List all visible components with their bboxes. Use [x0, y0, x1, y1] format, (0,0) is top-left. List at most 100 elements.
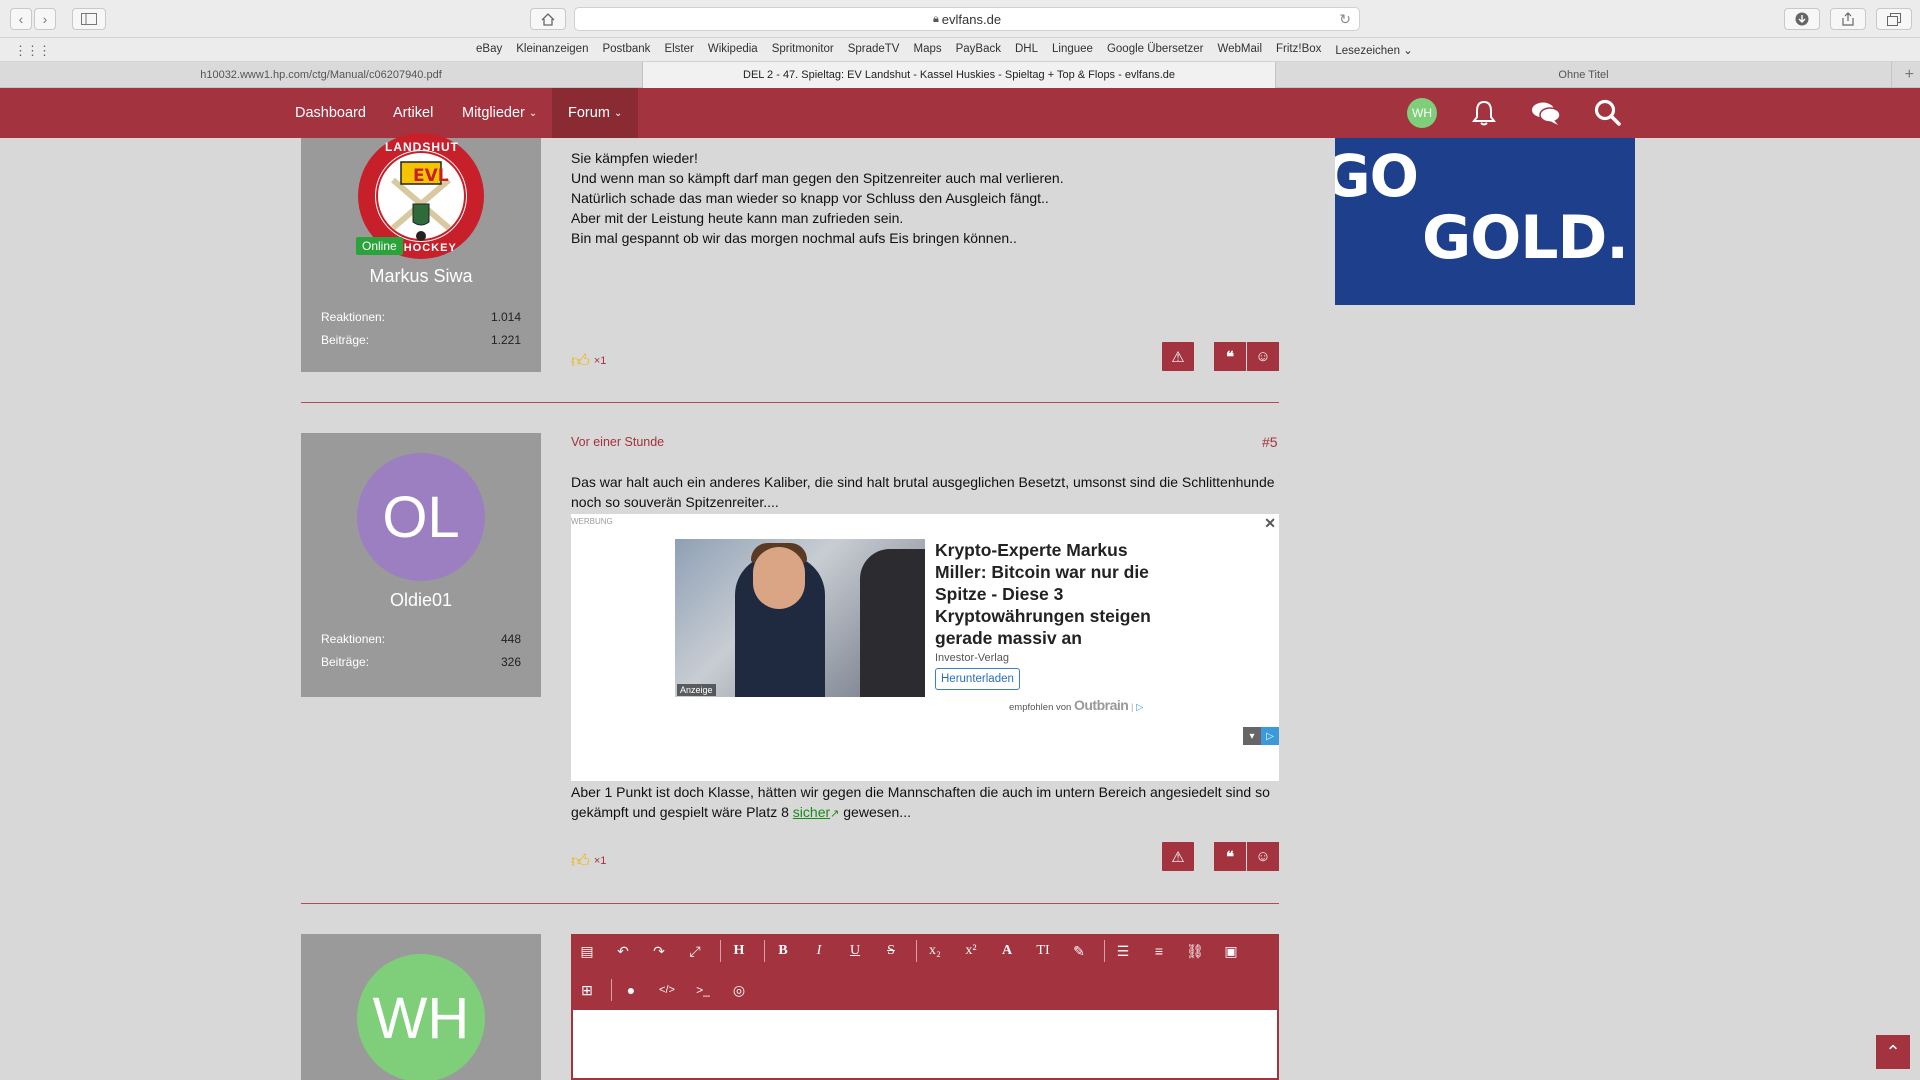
- tabs-overview-button[interactable]: [1876, 8, 1912, 30]
- external-link-icon: ↗: [830, 808, 840, 820]
- new-tab-button[interactable]: +: [1905, 66, 1914, 84]
- tab-pdf[interactable]: h10032.www1.hp.com/ctg/Manual/c06207940.…: [0, 62, 643, 88]
- favorite-link[interactable]: Kleinanzeigen: [516, 43, 588, 57]
- nav-dashboard[interactable]: Dashboard: [295, 88, 366, 138]
- image-icon[interactable]: ▣: [1219, 939, 1243, 963]
- fullscreen-icon[interactable]: ⤢: [683, 939, 707, 963]
- back-button[interactable]: ‹: [10, 8, 32, 30]
- bell-icon[interactable]: [1468, 98, 1500, 128]
- inline-code-icon[interactable]: >_: [691, 978, 715, 1002]
- report-button[interactable]: ⚠︎: [1162, 842, 1194, 871]
- align-icon[interactable]: ≡: [1147, 939, 1171, 963]
- browser-toolbar: ‹ › 🔒︎ evlfans.de ↻: [0, 0, 1920, 38]
- font-size-icon[interactable]: TI: [1031, 939, 1055, 963]
- scroll-to-top-button[interactable]: ⌃: [1876, 1035, 1910, 1069]
- ad-choices[interactable]: ▾ ▷: [1243, 727, 1279, 745]
- favorite-link[interactable]: DHL: [1015, 43, 1038, 57]
- ad-badge: Anzeige: [677, 684, 716, 696]
- tab-forum[interactable]: DEL 2 - 47. Spieltag: EV Landshut - Kass…: [643, 62, 1276, 88]
- user-avatar[interactable]: WH: [1407, 98, 1437, 128]
- redo-icon[interactable]: ↷: [647, 939, 671, 963]
- ad-collapse-icon[interactable]: ▾: [1243, 727, 1261, 745]
- share-icon: [1842, 12, 1854, 26]
- post1-userbox: EVL LANDSHUT EISHOCKEY Markus Siwa Reakt…: [301, 133, 541, 372]
- speech-bubble-icon[interactable]: ●: [619, 978, 643, 1002]
- post2-avatar[interactable]: OL: [357, 453, 485, 581]
- quote-button[interactable]: ❝: [1214, 842, 1246, 871]
- bold-icon[interactable]: B: [771, 939, 795, 963]
- strikethrough-icon[interactable]: S: [879, 939, 903, 963]
- ad-image[interactable]: Anzeige: [675, 539, 925, 697]
- share-button[interactable]: [1830, 8, 1866, 30]
- heading-icon[interactable]: H: [727, 939, 751, 963]
- post2-username[interactable]: Oldie01: [301, 590, 541, 611]
- post-divider: [301, 402, 1279, 403]
- adchoices-icon[interactable]: ▷: [1261, 727, 1279, 745]
- ad-download-button[interactable]: Herunterladen: [935, 668, 1020, 690]
- outbrain-ad: WERBUNG ✕ Anzeige Krypto-Experte Markus …: [571, 514, 1279, 781]
- tab-bar: h10032.www1.hp.com/ctg/Manual/c06207940.…: [0, 62, 1920, 88]
- sidebar-icon: [81, 13, 97, 25]
- favorite-link[interactable]: Google Übersetzer: [1107, 43, 1204, 57]
- tab-untitled[interactable]: Ohne Titel: [1276, 62, 1892, 88]
- favorite-link[interactable]: eBay: [476, 43, 502, 57]
- react-button[interactable]: ☺: [1247, 342, 1279, 371]
- banner-ad[interactable]: GO GOLD.: [1335, 138, 1635, 305]
- home-button[interactable]: [530, 8, 566, 30]
- sicher-link[interactable]: sicher: [793, 804, 830, 820]
- favorite-link[interactable]: Fritz!Box: [1276, 43, 1321, 57]
- sidebar-toggle-button[interactable]: [72, 8, 106, 30]
- favorite-link[interactable]: Elster: [664, 43, 693, 57]
- code-icon[interactable]: </>: [655, 978, 679, 1002]
- post1-username[interactable]: Markus Siwa: [301, 266, 541, 287]
- favorite-link[interactable]: WebMail: [1217, 43, 1262, 57]
- nav-artikel[interactable]: Artikel: [393, 88, 433, 138]
- subscript-icon[interactable]: x₂: [923, 939, 947, 963]
- favorite-link[interactable]: Spritmonitor: [772, 43, 834, 57]
- search-icon[interactable]: [1592, 98, 1624, 128]
- favorite-link[interactable]: SpradeTV: [848, 43, 900, 57]
- ad-title[interactable]: Krypto-Experte Markus Miller: Bitcoin wa…: [935, 539, 1175, 649]
- logo-text-mid: EVL: [413, 166, 449, 186]
- online-badge: Online: [356, 237, 403, 255]
- home-icon: [541, 12, 555, 26]
- favorite-link[interactable]: Wikipedia: [708, 43, 758, 57]
- post2-date[interactable]: Vor einer Stunde: [571, 435, 664, 449]
- quote-button[interactable]: ❝: [1214, 342, 1246, 371]
- react-button[interactable]: ☺: [1247, 842, 1279, 871]
- reload-icon[interactable]: ↻: [1339, 11, 1351, 28]
- post1-likes[interactable]: 👍︎ ×1: [571, 350, 606, 372]
- undo-icon[interactable]: ↶: [611, 939, 635, 963]
- post2-number[interactable]: #5: [1262, 434, 1278, 450]
- quote-icon: ❝: [1225, 348, 1235, 366]
- favorite-link[interactable]: Lesezeichen ⌄: [1335, 43, 1412, 57]
- chat-icon[interactable]: [1530, 98, 1562, 128]
- downloads-button[interactable]: [1784, 8, 1820, 30]
- post2-likes[interactable]: 👍︎ ×1: [571, 850, 606, 872]
- address-bar[interactable]: 🔒︎ evlfans.de ↻: [574, 7, 1360, 31]
- source-icon[interactable]: ▤: [575, 939, 599, 963]
- outbrain-logo: Outbrain: [1073, 697, 1129, 713]
- report-button[interactable]: ⚠︎: [1162, 342, 1194, 371]
- grid-icon[interactable]: ⋮⋮⋮: [14, 43, 51, 59]
- list-icon[interactable]: ☰: [1111, 939, 1135, 963]
- superscript-icon[interactable]: x²: [959, 939, 983, 963]
- table-icon[interactable]: ⊞: [575, 978, 599, 1002]
- underline-icon[interactable]: U: [843, 939, 867, 963]
- favorite-link[interactable]: Linguee: [1052, 43, 1093, 57]
- favorite-link[interactable]: PayBack: [956, 43, 1001, 57]
- italic-icon[interactable]: I: [807, 939, 831, 963]
- paint-brush-icon[interactable]: ✎: [1067, 939, 1091, 963]
- chevron-up-icon: ⌃: [1885, 1041, 1901, 1062]
- text-color-icon[interactable]: A: [995, 939, 1019, 963]
- link-icon[interactable]: ⛓︎: [1183, 939, 1207, 963]
- nav-mitglieder[interactable]: Mitglieder ⌄: [462, 88, 537, 138]
- spoiler-icon[interactable]: ◎: [727, 978, 751, 1002]
- close-icon[interactable]: ✕: [1264, 515, 1276, 532]
- warning-icon: ⚠︎: [1171, 848, 1185, 866]
- favorite-link[interactable]: Maps: [913, 43, 941, 57]
- favorite-link[interactable]: Postbank: [602, 43, 650, 57]
- forward-button[interactable]: ›: [34, 8, 56, 30]
- ad-recommended[interactable]: empfohlen von Outbrain | ▷: [1009, 697, 1143, 713]
- nav-forum[interactable]: Forum ⌄: [552, 88, 639, 138]
